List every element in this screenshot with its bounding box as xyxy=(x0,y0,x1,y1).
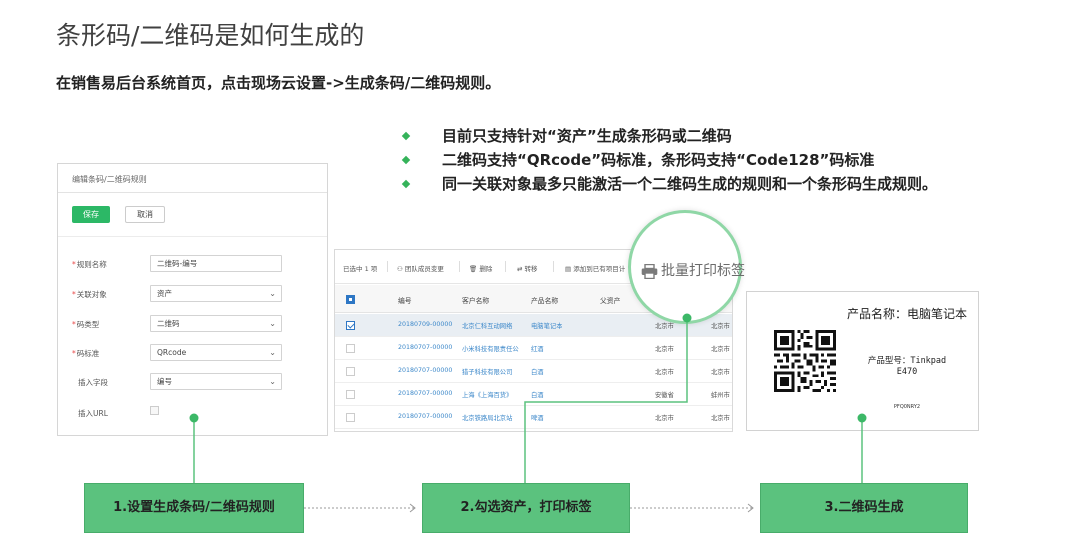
flow-connectors xyxy=(189,313,867,513)
connector-dot xyxy=(682,313,692,323)
connector-dot xyxy=(189,413,199,423)
step-3-box: 3.二维码生成 xyxy=(760,483,968,533)
step-2-box: 2.勾选资产，打印标签 xyxy=(422,483,630,533)
connector-dot xyxy=(857,413,867,423)
step-1-box: 1.设置生成条码/二维码规则 xyxy=(84,483,304,533)
